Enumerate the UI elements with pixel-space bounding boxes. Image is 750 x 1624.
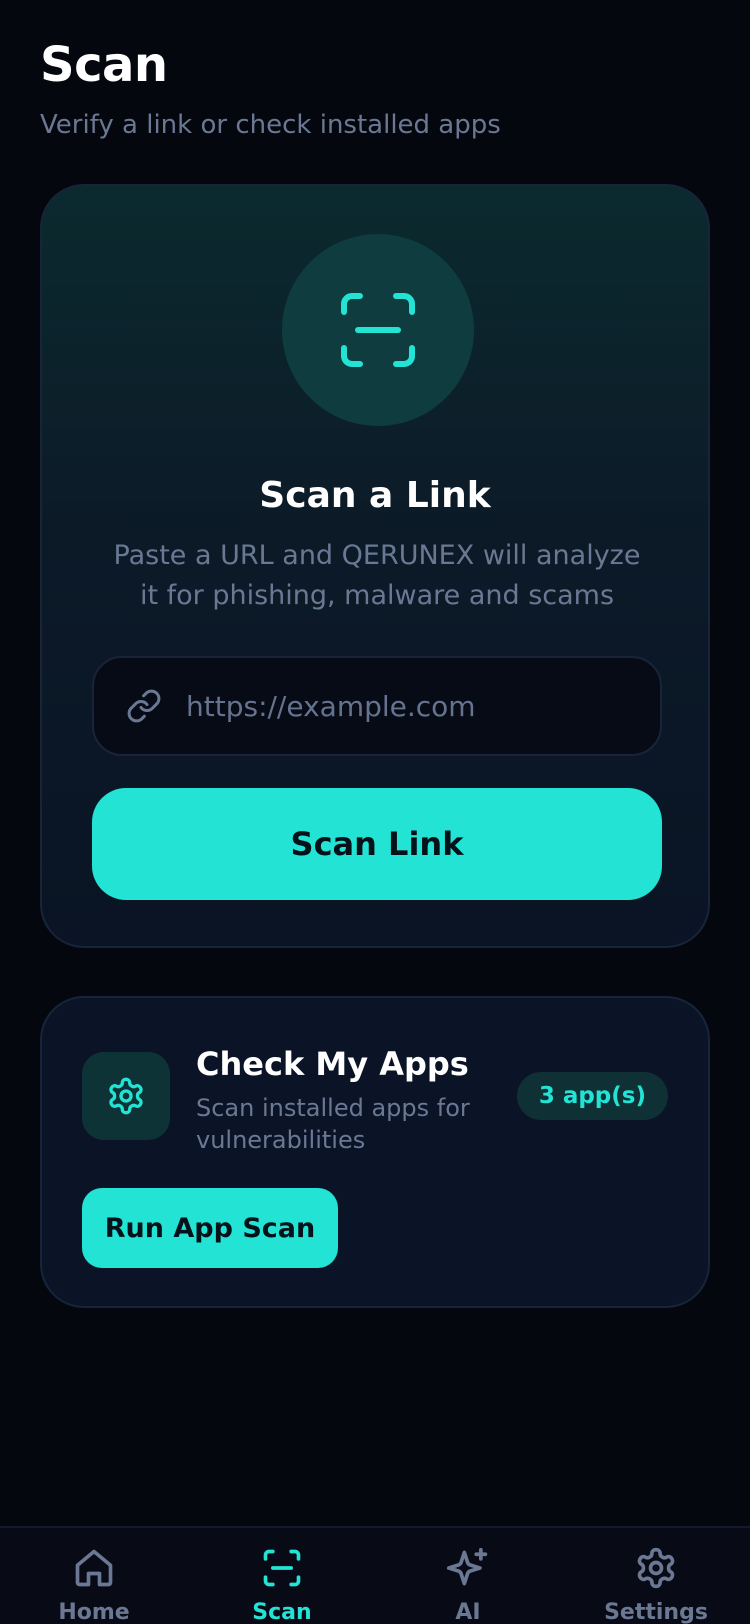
scan-link-title: Scan a Link bbox=[259, 475, 491, 516]
nav-label-settings: Settings bbox=[604, 1600, 708, 1624]
link-icon bbox=[127, 689, 161, 723]
page-title: Scan bbox=[40, 37, 168, 93]
scan-link-description: Paste a URL and QERUNEX will analyze it … bbox=[113, 540, 641, 611]
nav-label-ai: AI bbox=[455, 1600, 481, 1624]
check-apps-description: Scan installed apps for vulnerabilities bbox=[196, 1094, 470, 1154]
check-apps-card: Check My Apps Scan installed apps for vu… bbox=[40, 996, 710, 1308]
gear-icon bbox=[82, 1052, 170, 1140]
check-apps-title: Check My Apps bbox=[196, 1045, 469, 1083]
nav-label-scan: Scan bbox=[252, 1600, 312, 1624]
home-icon bbox=[75, 1549, 113, 1587]
nav-label-home: Home bbox=[58, 1600, 130, 1624]
nav-item-settings[interactable]: Settings bbox=[576, 1546, 736, 1624]
scan-screen: Scan Verify a link or check installed ap… bbox=[0, 0, 750, 1624]
scan-link-card: Scan a Link Paste a URL and QERUNEX will… bbox=[40, 184, 710, 948]
run-app-scan-button[interactable]: Run App Scan bbox=[82, 1188, 338, 1268]
scan-link-button[interactable]: Scan Link bbox=[92, 788, 662, 900]
url-field[interactable] bbox=[92, 656, 662, 756]
sparkle-icon bbox=[446, 1547, 488, 1586]
bottom-nav: Home Scan AI Settings bbox=[0, 1526, 750, 1624]
page-header: Scan Verify a link or check installed ap… bbox=[40, 36, 501, 142]
url-input[interactable] bbox=[186, 676, 660, 736]
scan-icon bbox=[263, 1549, 301, 1587]
app-count-badge: 3 app(s) bbox=[516, 1072, 668, 1120]
page-subtitle: Verify a link or check installed apps bbox=[40, 110, 501, 140]
nav-item-ai[interactable]: AI bbox=[388, 1546, 548, 1624]
nav-item-scan[interactable]: Scan bbox=[202, 1546, 362, 1624]
scan-frame-icon bbox=[282, 234, 474, 426]
settings-icon bbox=[637, 1547, 675, 1589]
nav-item-home[interactable]: Home bbox=[14, 1546, 174, 1624]
